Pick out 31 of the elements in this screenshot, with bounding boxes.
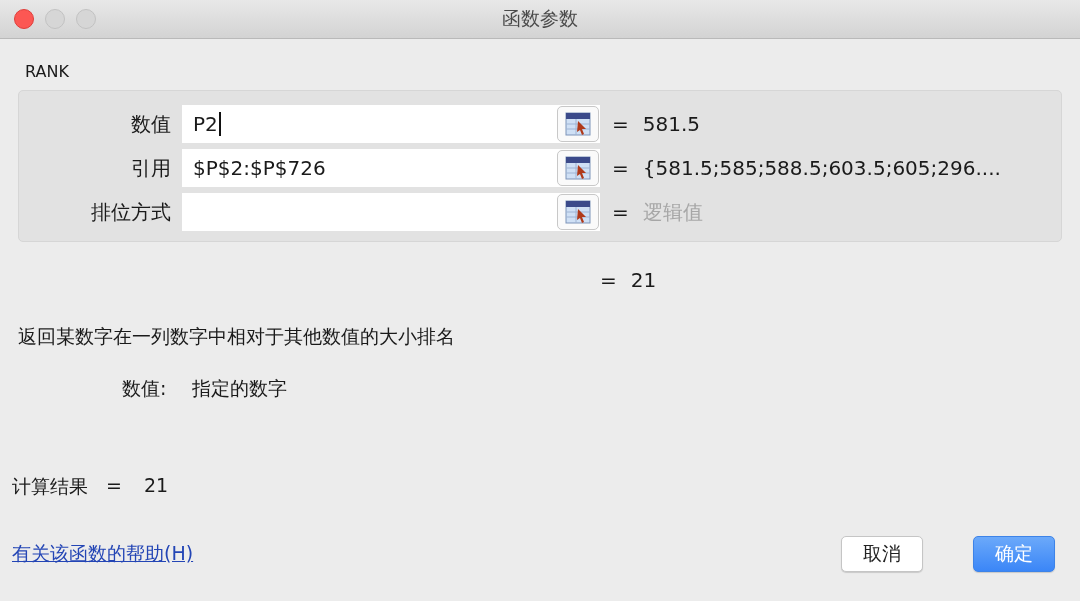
argument-result: 逻辑值 bbox=[642, 198, 703, 226]
window-title: 函数参数 bbox=[502, 6, 578, 31]
function-name: RANK bbox=[24, 61, 70, 83]
argument-name: 数值: bbox=[122, 376, 167, 401]
equals-sign: = bbox=[106, 474, 122, 498]
range-select-button[interactable] bbox=[556, 193, 600, 231]
argument-result: {581.5;585;588.5;603.5;605;296.... bbox=[642, 156, 1001, 180]
equals-sign: = bbox=[612, 200, 629, 224]
spreadsheet-picker-icon bbox=[557, 106, 599, 142]
function-description: 返回某数字在一列数字中相对于其他数值的大小排名 bbox=[18, 324, 456, 349]
help-link[interactable]: 有关该函数的帮助(H) bbox=[12, 541, 194, 567]
spreadsheet-picker-icon bbox=[557, 194, 599, 230]
range-select-button[interactable] bbox=[556, 105, 600, 143]
result-label: 计算结果 bbox=[12, 474, 88, 499]
argument-field[interactable]: $P$2:$P$726 bbox=[182, 149, 556, 187]
cancel-button[interactable]: 取消 bbox=[841, 536, 923, 572]
range-select-button[interactable] bbox=[556, 149, 600, 187]
formula-result: 21 bbox=[630, 268, 657, 294]
argument-field[interactable] bbox=[182, 193, 556, 231]
argument-field[interactable]: P2 bbox=[182, 105, 556, 143]
close-button[interactable] bbox=[14, 9, 34, 29]
equals-sign: = bbox=[600, 268, 617, 294]
result-value: 21 bbox=[143, 474, 169, 498]
argument-description: 指定的数字 bbox=[192, 376, 288, 401]
argument-label: 数值 bbox=[130, 110, 172, 138]
argument-label: 排位方式 bbox=[90, 198, 172, 226]
argument-label: 引用 bbox=[130, 154, 172, 182]
spreadsheet-picker-icon bbox=[557, 150, 599, 186]
equals-sign: = bbox=[612, 156, 629, 180]
equals-sign: = bbox=[612, 112, 629, 136]
argument-result: 581.5 bbox=[642, 112, 701, 136]
